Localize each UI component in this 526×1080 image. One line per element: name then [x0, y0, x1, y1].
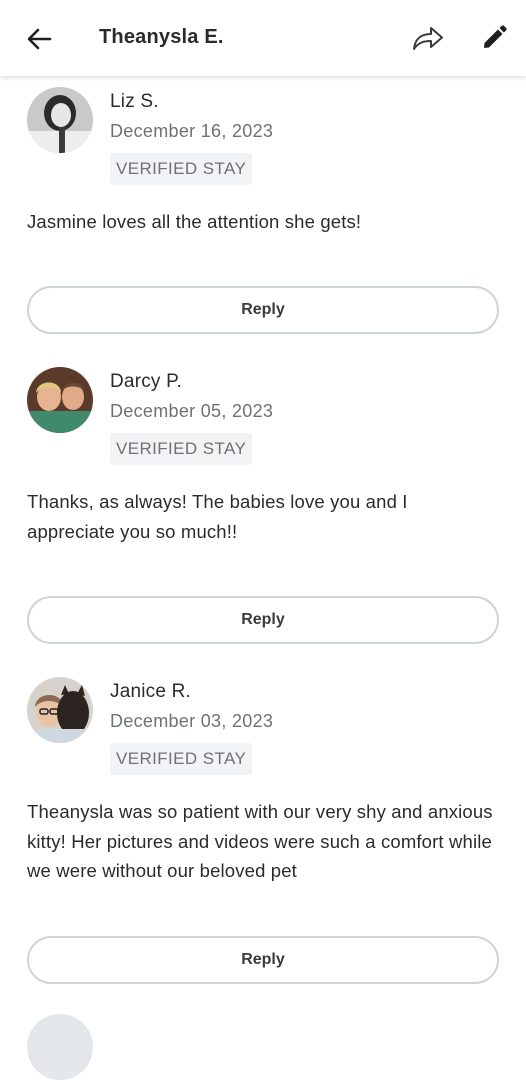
- review-text: Thanks, as always! The babies love you a…: [27, 491, 408, 542]
- reply-button[interactable]: Reply: [27, 596, 499, 644]
- arrow-left-icon: [27, 28, 52, 50]
- review-date: December 16, 2023: [110, 121, 274, 141]
- avatar: [27, 367, 93, 433]
- review-date: December 03, 2023: [110, 711, 274, 731]
- reply-button[interactable]: Reply: [27, 286, 499, 334]
- avatar: [27, 677, 93, 743]
- review-date: December 05, 2023: [110, 401, 274, 421]
- verified-stay-badge: VERIFIED STAY: [110, 153, 253, 185]
- top-app-bar: Theanysla E.: [0, 0, 526, 76]
- edit-button[interactable]: [476, 20, 512, 56]
- page-title: Theanysla E.: [99, 26, 224, 48]
- share-arrow-icon: [413, 27, 443, 50]
- share-button[interactable]: [408, 20, 448, 56]
- back-button[interactable]: [22, 22, 56, 56]
- review-text: Theanysla was so patient with our very s…: [27, 801, 493, 881]
- avatar: [27, 87, 93, 153]
- review-text: Jasmine loves all the attention she gets…: [27, 211, 362, 232]
- verified-stay-badge: VERIFIED STAY: [110, 433, 253, 465]
- verified-stay-badge: VERIFIED STAY: [110, 743, 253, 775]
- reviewer-name: Liz S.: [110, 91, 159, 112]
- pencil-icon: [484, 25, 507, 48]
- reviewer-name: Janice R.: [110, 681, 192, 702]
- reply-button[interactable]: Reply: [27, 936, 499, 984]
- reviewer-name: Darcy P.: [110, 371, 182, 392]
